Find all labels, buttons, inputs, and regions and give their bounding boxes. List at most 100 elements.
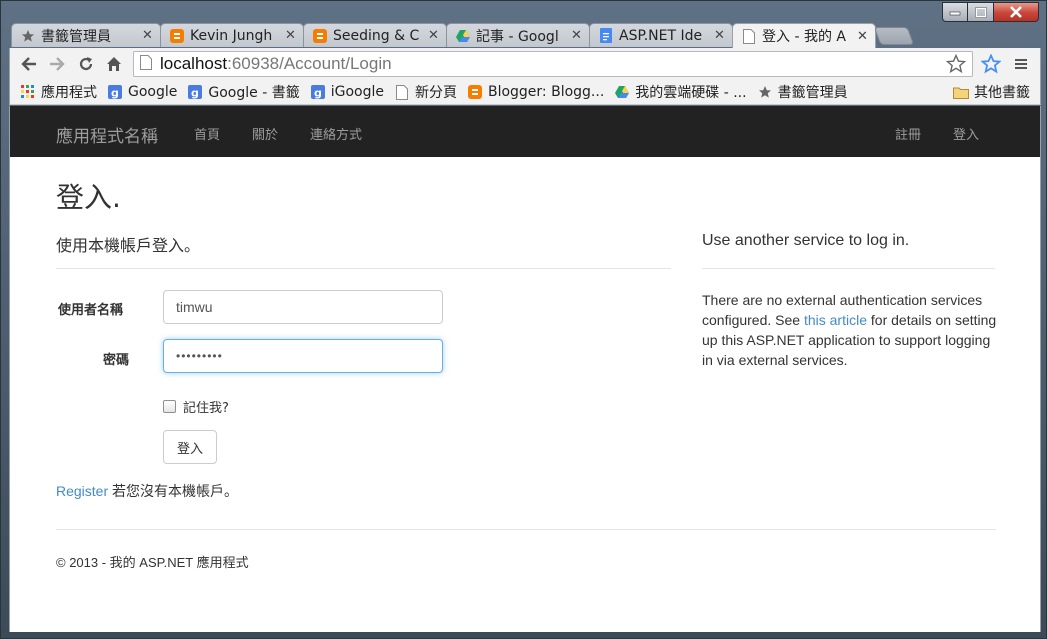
- tab-title: Seeding & C: [333, 27, 420, 44]
- page-title: 登入.: [56, 181, 121, 214]
- tab-title: ASP.NET Ide: [619, 27, 703, 44]
- drive-icon: [455, 28, 471, 44]
- footer-copyright: © 2013 - 我的 ASP.NET 應用程式: [56, 555, 249, 570]
- this-article-link[interactable]: this article: [804, 312, 867, 328]
- page-viewport: 應用程式名稱 首頁 關於 連絡方式 註冊 登入 登入. 使用本機帳戶登入。 Us…: [9, 106, 1041, 632]
- drive-icon: [614, 84, 630, 100]
- tab-title: Kevin Jungh: [190, 27, 273, 44]
- remember-me-row: 記住我?: [163, 397, 229, 416]
- other-bookmarks[interactable]: 其他書籤: [953, 82, 1030, 102]
- blogger-icon: [312, 28, 328, 44]
- minimize-icon: [949, 11, 961, 16]
- svg-text:g: g: [111, 87, 119, 100]
- bookmark-igoogle[interactable]: g iGoogle: [310, 84, 384, 100]
- bookmark-label: Blogger: Blogg...: [487, 84, 605, 100]
- nav-home[interactable]: 首頁: [194, 124, 220, 143]
- tab-title: 書籤管理員: [41, 28, 111, 45]
- maximize-icon: [974, 6, 987, 18]
- tab-close-icon[interactable]: ✕: [571, 28, 583, 43]
- page-icon: [741, 28, 757, 44]
- bookmark-label: 我的雲端硬碟 - ...: [635, 85, 747, 101]
- tab-close-icon[interactable]: ✕: [142, 28, 154, 43]
- register-line: Register 若您沒有本機帳戶。: [56, 481, 238, 501]
- tab-close-icon[interactable]: ✕: [714, 28, 726, 43]
- username-label: 使用者名稱: [58, 303, 124, 318]
- tab-strip: 書籤管理員 ✕ Kevin Jungh ✕ Seeding & C ✕ 記事 -…: [9, 19, 1041, 48]
- browser-toolbar: localhost:60938/Account/Login: [9, 48, 1041, 80]
- external-login-heading: Use another service to log in.: [702, 232, 910, 249]
- tab-title: 記事 - Googl: [476, 28, 559, 45]
- star-icon: [757, 84, 773, 100]
- tab-close-icon[interactable]: ✕: [285, 28, 297, 43]
- svg-text:g: g: [314, 87, 322, 100]
- svg-text:g: g: [191, 87, 199, 100]
- navbar-brand[interactable]: 應用程式名稱: [56, 122, 158, 147]
- bookmark-manager[interactable]: 書籤管理員: [757, 82, 848, 102]
- login-submit-button[interactable]: 登入: [163, 430, 217, 464]
- blogger-icon: [467, 84, 483, 100]
- footer-divider: [56, 529, 996, 530]
- home-button[interactable]: [103, 53, 125, 75]
- star-icon: [20, 28, 36, 44]
- google-icon: g: [107, 84, 123, 100]
- tab-keep[interactable]: 記事 - Googl ✕: [446, 23, 590, 47]
- tab-kevin[interactable]: Kevin Jungh ✕: [160, 23, 304, 47]
- nav-about[interactable]: 關於: [252, 124, 278, 143]
- reload-button[interactable]: [75, 53, 97, 75]
- google-icon: g: [187, 84, 203, 100]
- bookmark-google[interactable]: g Google: [107, 84, 177, 100]
- new-tab-button[interactable]: [873, 27, 915, 45]
- external-services-info: There are no external authentication ser…: [702, 290, 1002, 370]
- register-link[interactable]: Register: [56, 483, 108, 499]
- bookmark-new-tab[interactable]: 新分頁: [394, 82, 457, 102]
- bookmark-label: 書籤管理員: [777, 85, 848, 101]
- blue-star-icon: [981, 54, 1001, 74]
- local-login-heading: 使用本機帳戶登入。: [56, 236, 201, 255]
- menu-button[interactable]: [1010, 53, 1032, 75]
- tab-login-active[interactable]: 登入 - 我的 A ✕: [732, 23, 876, 48]
- page-icon: [140, 54, 152, 74]
- bookmark-blogger[interactable]: Blogger: Blogg...: [467, 84, 604, 100]
- docs-icon: [598, 28, 614, 44]
- bookmark-google-bookmarks[interactable]: g Google - 書籤: [187, 82, 300, 102]
- url-host: localhost: [160, 54, 228, 73]
- tab-title: 登入 - 我的 A: [762, 29, 846, 45]
- bookmark-extension-button[interactable]: [980, 53, 1002, 75]
- remember-me-label[interactable]: 記住我?: [183, 397, 229, 416]
- password-input[interactable]: •••••••••: [163, 339, 443, 373]
- register-text: 若您沒有本機帳戶。: [108, 483, 239, 499]
- reload-icon: [79, 57, 93, 71]
- forward-arrow-icon: [50, 57, 65, 71]
- hamburger-menu-icon: [1015, 59, 1027, 69]
- back-button[interactable]: [18, 53, 40, 75]
- close-icon: [1010, 6, 1022, 18]
- blogger-icon: [169, 28, 185, 44]
- folder-icon: [953, 84, 969, 100]
- remember-me-checkbox[interactable]: [163, 400, 176, 413]
- bookmark-apps[interactable]: 應用程式: [20, 82, 97, 102]
- password-label: 密碼: [103, 353, 130, 368]
- bookmark-label: Google - 書籤: [208, 85, 300, 101]
- address-bar[interactable]: localhost:60938/Account/Login: [133, 51, 973, 77]
- browser-window: 書籤管理員 ✕ Kevin Jungh ✕ Seeding & C ✕ 記事 -…: [0, 0, 1047, 639]
- nav-register[interactable]: 註冊: [895, 124, 921, 143]
- bookmark-label: 應用程式: [41, 85, 97, 101]
- bookmark-drive[interactable]: 我的雲端硬碟 - ...: [614, 82, 747, 102]
- site-navbar: 應用程式名稱 首頁 關於 連絡方式 註冊 登入: [10, 106, 1040, 157]
- tab-close-icon[interactable]: ✕: [428, 28, 440, 43]
- tab-seeding[interactable]: Seeding & C ✕: [303, 23, 447, 47]
- tab-aspnet-identity[interactable]: ASP.NET Ide ✕: [589, 23, 733, 47]
- bookmark-label: 其他書籤: [974, 85, 1030, 101]
- username-input[interactable]: timwu: [163, 290, 443, 324]
- apps-icon: [20, 84, 36, 100]
- bookmark-star-icon[interactable]: [945, 53, 967, 78]
- bookmark-label: iGoogle: [330, 84, 384, 100]
- tab-bookmark-manager[interactable]: 書籤管理員 ✕: [11, 23, 161, 47]
- forward-button[interactable]: [46, 53, 68, 75]
- nav-contact[interactable]: 連絡方式: [310, 124, 362, 143]
- divider: [702, 268, 995, 269]
- tab-close-icon[interactable]: ✕: [857, 29, 869, 44]
- divider: [56, 268, 671, 269]
- google-icon: g: [310, 84, 326, 100]
- nav-login[interactable]: 登入: [953, 124, 979, 143]
